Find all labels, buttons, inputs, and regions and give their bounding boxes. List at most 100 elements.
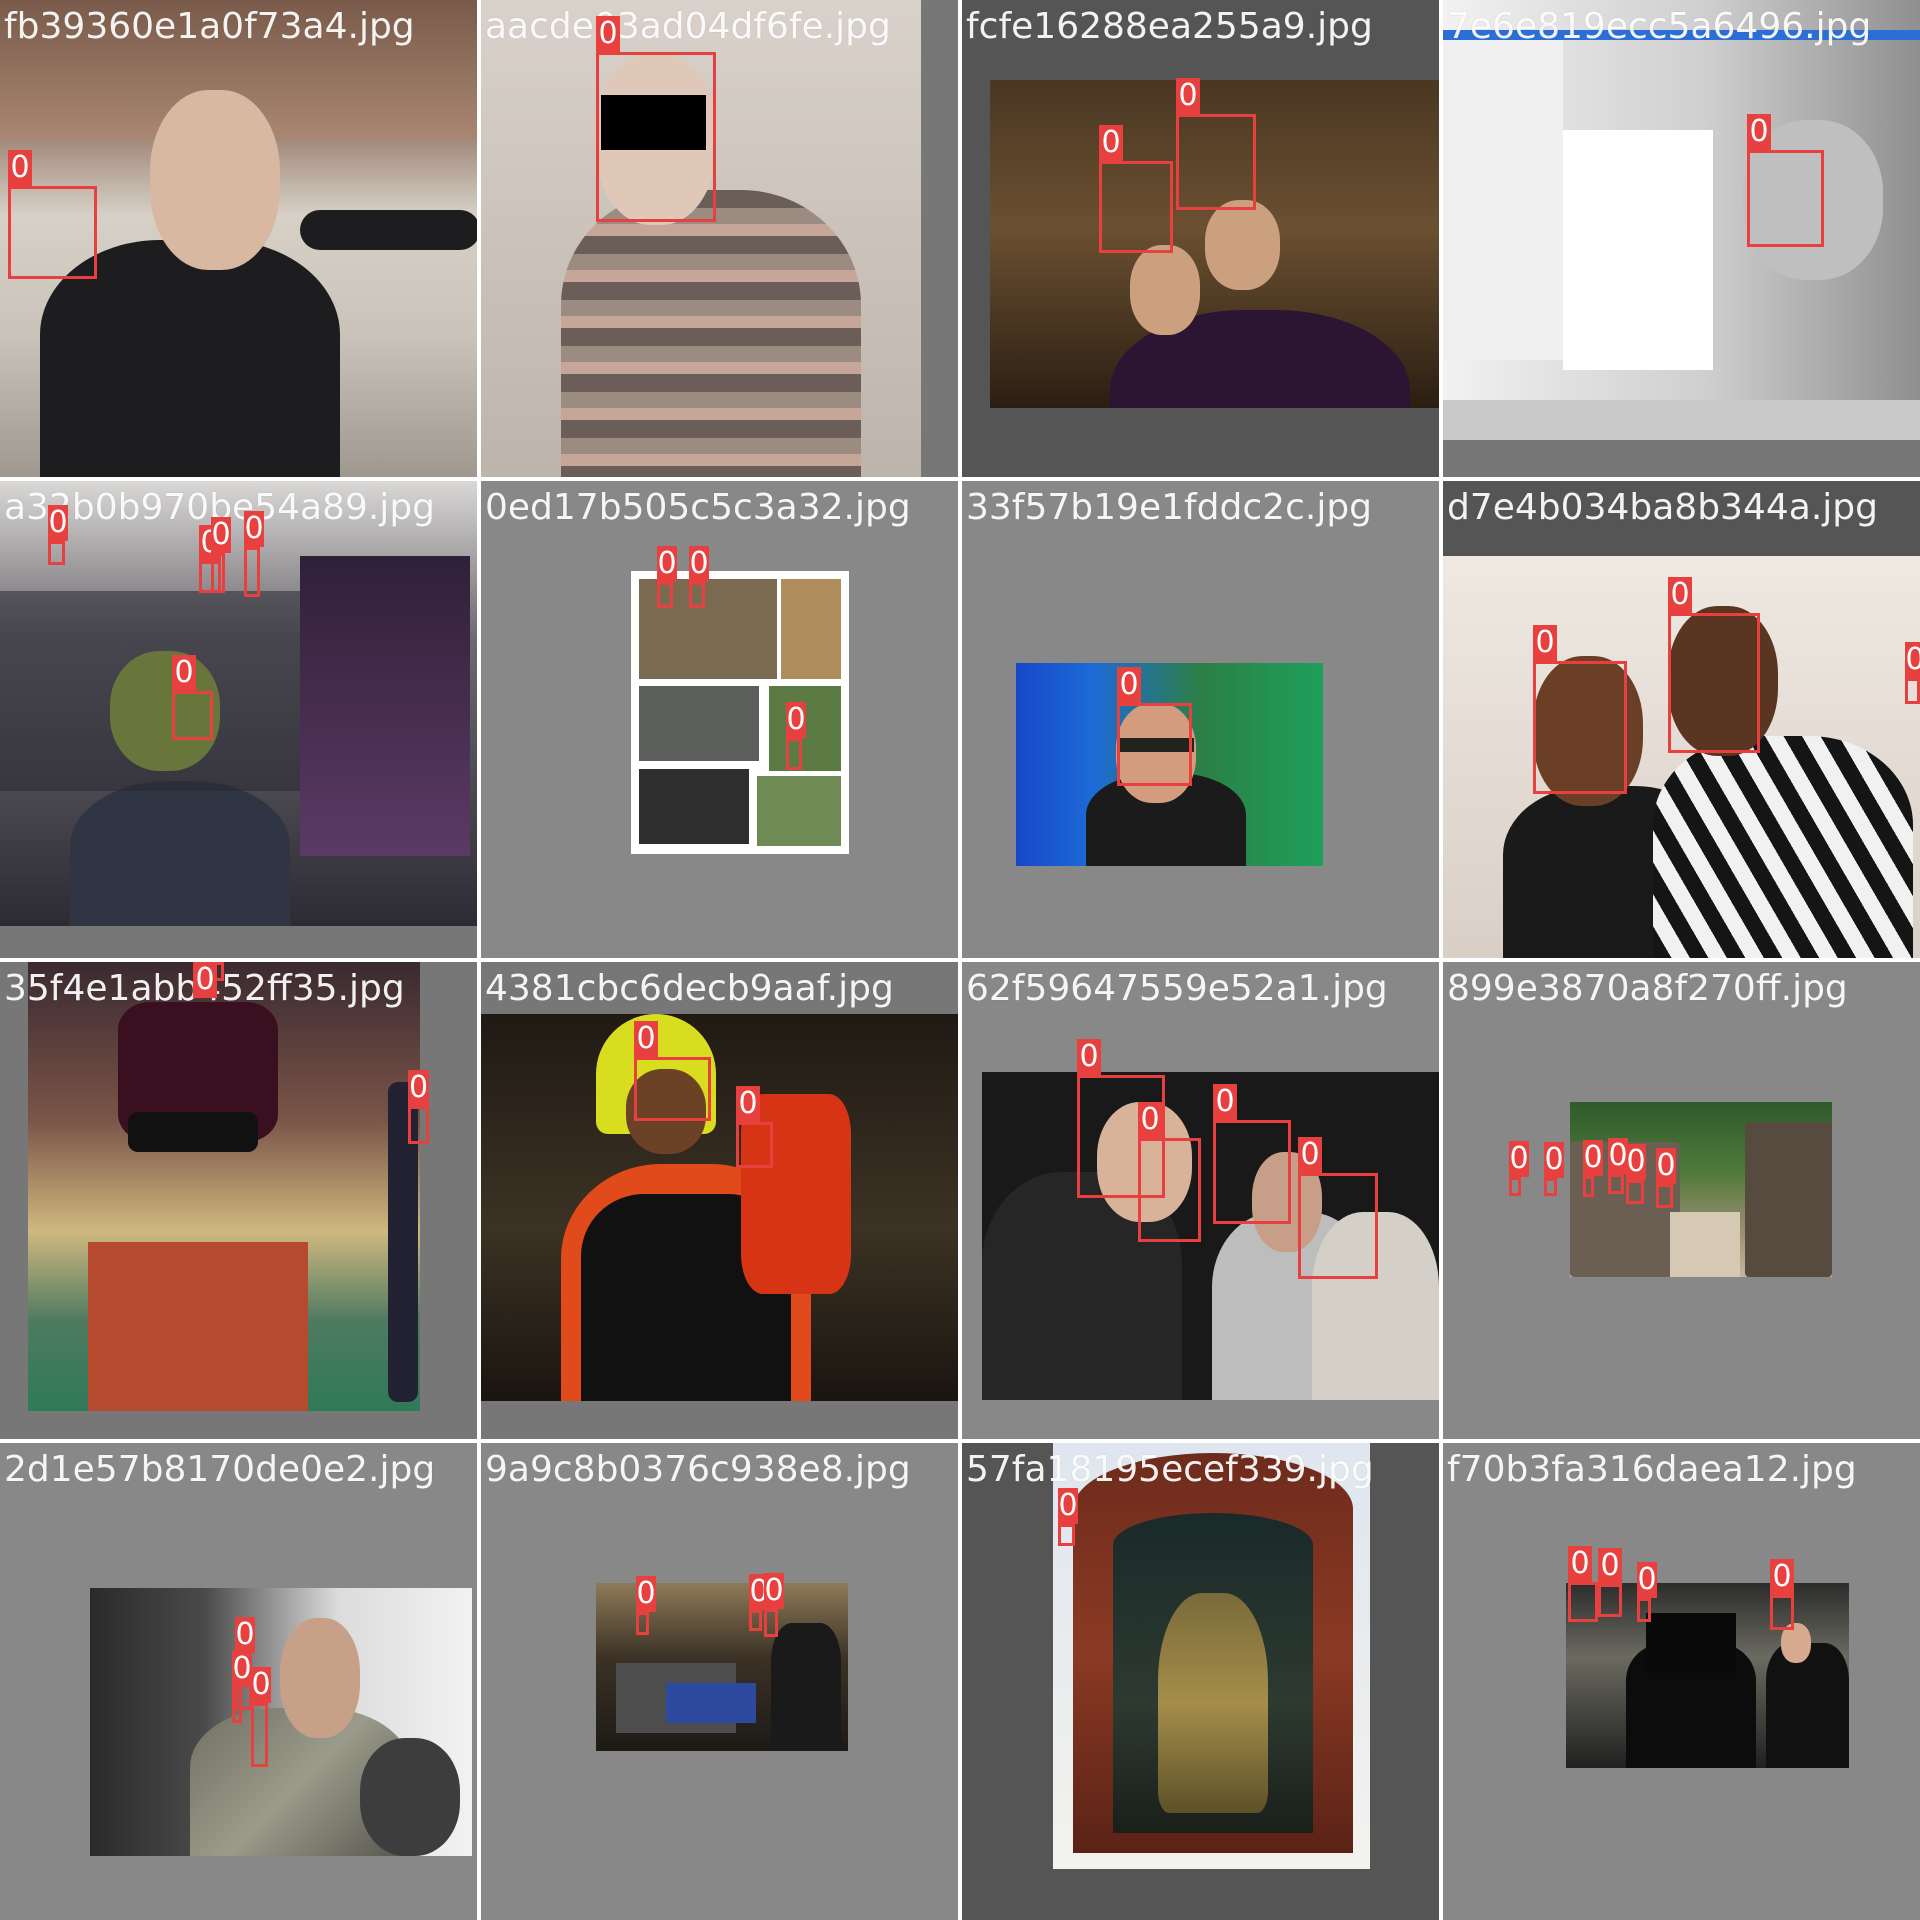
detection-box: [1608, 1174, 1624, 1194]
photo-region: [1443, 40, 1563, 360]
detection-box: [749, 1610, 762, 1631]
photo-region: [150, 90, 280, 270]
detection-label: 0: [1213, 1084, 1237, 1120]
image-tile: fcfe16288ea255a9.jpg 0 0: [962, 0, 1439, 477]
detection-label: 0: [244, 511, 264, 547]
detection-label: 0: [251, 1667, 271, 1703]
tile-photo: [28, 962, 420, 1411]
photo-region: [1563, 130, 1713, 370]
detection-box: [657, 582, 673, 608]
detection-box: [172, 691, 213, 740]
image-tile: 35f4e1abb452ff35.jpg00: [0, 962, 477, 1439]
tile-photo: [1053, 1443, 1370, 1869]
detection-label: 0: [8, 150, 32, 186]
detection-box: [1656, 1184, 1673, 1208]
photo-region: [1205, 200, 1280, 290]
image-tile: 9a9c8b0376c938e8.jpg 0 0 0: [481, 1443, 958, 1920]
image-tile: 57fa18195ecef339.jpg 0: [962, 1443, 1439, 1920]
detection-box: [1138, 1138, 1201, 1242]
detection-label: 0: [764, 1573, 784, 1609]
image-tile: 33f57b19e1fddc2c.jpg 0: [962, 481, 1439, 958]
detection-label: 0: [596, 16, 620, 52]
tile-filename: 2d1e57b8170de0e2.jpg: [4, 1449, 436, 1490]
photo-region: [1158, 1593, 1268, 1813]
mosaic-grid: fb39360e1a0f73a4.jpg 0 aacde03ad04df6fe.jp…: [0, 0, 1920, 1920]
detection-box: [408, 1106, 429, 1144]
detection-box: [251, 1703, 268, 1767]
detection-box: [634, 1057, 711, 1121]
tile-photo: [90, 1588, 472, 1856]
photo-region: [1646, 1613, 1736, 1673]
image-tile: f70b3fa316daea12.jpg 0 0 0 0: [1443, 1443, 1920, 1920]
photo-region: [1653, 736, 1913, 958]
detection-box: [1213, 1120, 1291, 1224]
detection-box: [736, 1122, 773, 1168]
detection-label: 0: [786, 702, 806, 738]
image-tile: 4381cbc6decb9aaf.jpg 0 0: [481, 962, 958, 1439]
detection-box: [1058, 1524, 1075, 1546]
tile-filename: d7e4b034ba8b344a.jpg: [1447, 487, 1878, 528]
detection-box: [1533, 661, 1627, 794]
tile-photo: [0, 481, 477, 926]
detection-label: 0: [1747, 114, 1771, 150]
image-tile: 62f59647559e52a1.jpg 0 0 0 0: [962, 962, 1439, 1439]
tile-photo: [481, 1014, 958, 1401]
photo-region: [1443, 30, 1920, 40]
photo-region: [639, 769, 749, 844]
tile-photo: [631, 571, 849, 854]
detection-box: [1668, 613, 1760, 753]
detection-box: [48, 541, 65, 565]
detection-label: 0: [232, 1651, 252, 1687]
photo-region: [1745, 1122, 1832, 1277]
detection-box: [786, 738, 802, 770]
tile-filename: 0ed17b505c5c3a32.jpg: [485, 487, 911, 528]
photo-region: [70, 781, 290, 926]
detection-box: [1099, 161, 1173, 253]
photo-region: [1443, 400, 1920, 440]
detection-label: 0: [1509, 1141, 1529, 1177]
detection-label: 0: [1099, 125, 1123, 161]
detection-label: 0: [1770, 1559, 1794, 1595]
photo-region: [757, 776, 841, 846]
detection-label: 0: [172, 655, 196, 691]
detection-label: 0: [235, 1617, 255, 1653]
photo-region: [639, 686, 759, 761]
tile-filename: 899e3870a8f270ff.jpg: [1447, 968, 1848, 1009]
photo-region: [0, 591, 300, 791]
detection-label: 0: [48, 505, 68, 541]
detection-box: [636, 1612, 649, 1635]
tile-photo: [596, 1583, 848, 1751]
detection-box: [1583, 1176, 1594, 1197]
detection-label: 0: [636, 1576, 656, 1612]
detection-box: [1117, 703, 1192, 786]
image-tile: 2d1e57b8170de0e2.jpg 0 0 0: [0, 1443, 477, 1920]
detection-box: [689, 582, 705, 608]
detection-label: 0: [193, 962, 217, 998]
detection-box: [764, 1609, 778, 1637]
detection-label: 0: [1568, 1546, 1592, 1582]
photo-region: [771, 1623, 841, 1751]
photo-region: [1130, 245, 1200, 335]
photo-region: [88, 1242, 308, 1411]
photo-region: [1766, 1643, 1849, 1768]
detection-box: [1544, 1178, 1557, 1196]
detection-label: 0: [1533, 625, 1557, 661]
detection-box: [1298, 1173, 1378, 1279]
image-tile: 899e3870a8f270ff.jpg 0 0 0 0 0 0: [1443, 962, 1920, 1439]
detection-box: [1509, 1177, 1521, 1196]
detection-label: 0: [689, 546, 709, 582]
tile-photo: [1443, 0, 1920, 440]
detection-label: 0: [634, 1021, 658, 1057]
photo-region: [1670, 1212, 1740, 1277]
tile-filename: fcfe16288ea255a9.jpg: [966, 6, 1373, 47]
detection-box: [596, 52, 716, 222]
detection-label: 0: [1544, 1142, 1564, 1178]
tile-filename: 62f59647559e52a1.jpg: [966, 968, 1388, 1009]
tile-filename: 9a9c8b0376c938e8.jpg: [485, 1449, 911, 1490]
photo-region: [360, 1738, 460, 1856]
tile-filename: 33f57b19e1fddc2c.jpg: [966, 487, 1373, 528]
detection-box: [1747, 150, 1824, 247]
detection-label: 0: [1668, 577, 1692, 613]
image-tile: 0ed17b505c5c3a32.jpg 0 0 0: [481, 481, 958, 958]
detection-label: 0: [1077, 1039, 1101, 1075]
